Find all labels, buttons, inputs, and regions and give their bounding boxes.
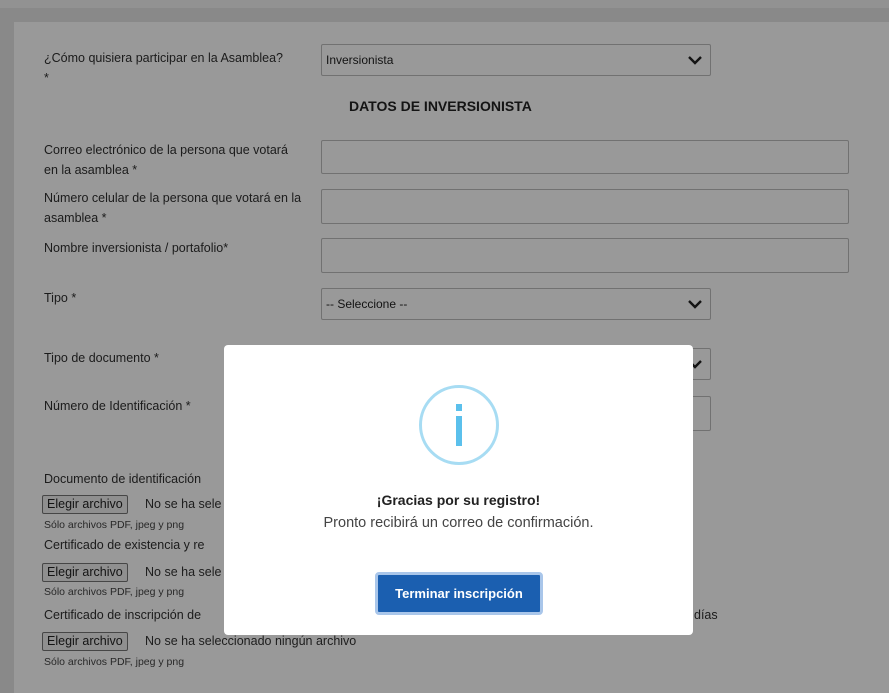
registration-page: ¿Cómo quisiera participar en la Asamblea… (0, 0, 889, 693)
confirmation-dialog: ¡Gracias por su registro! Pronto recibir… (224, 345, 693, 635)
modal-title: ¡Gracias por su registro! (376, 492, 541, 508)
modal-message: Pronto recibirá un correo de confirmació… (323, 515, 594, 531)
finish-registration-button[interactable]: Terminar inscripción (375, 572, 543, 615)
info-icon (419, 385, 499, 465)
info-glyph (456, 404, 462, 446)
